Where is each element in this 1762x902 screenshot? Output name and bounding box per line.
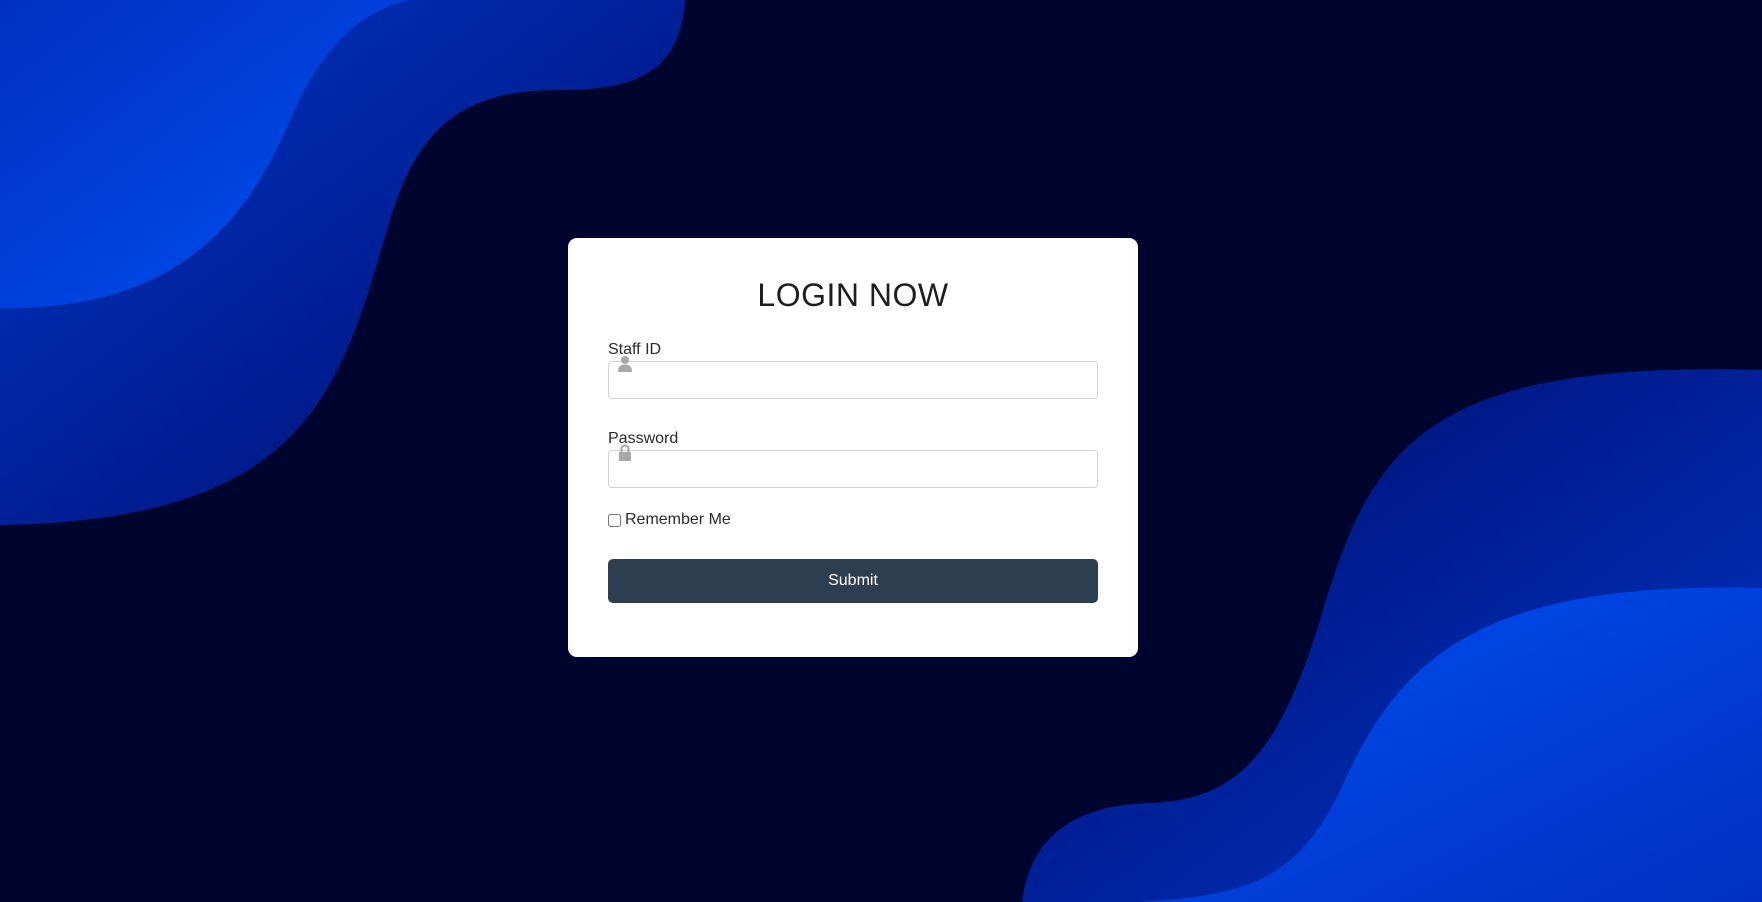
- login-card: LOGIN NOW Staff ID Password Remember Me …: [568, 238, 1138, 657]
- remember-me-checkbox[interactable]: [608, 513, 621, 527]
- user-icon: [618, 356, 632, 372]
- remember-me-row: Remember Me: [608, 510, 1098, 530]
- password-label: Password: [608, 430, 679, 447]
- password-input[interactable]: [608, 450, 1098, 488]
- submit-button[interactable]: Submit: [608, 559, 1098, 603]
- staff-id-label: Staff ID: [608, 341, 662, 358]
- staff-id-field-wrap: [608, 356, 1098, 399]
- remember-me-label: Remember Me: [625, 511, 731, 528]
- staff-id-input[interactable]: [608, 361, 1098, 399]
- lock-icon: [619, 444, 631, 461]
- login-title: LOGIN NOW: [757, 277, 949, 313]
- password-field-wrap: [608, 444, 1098, 488]
